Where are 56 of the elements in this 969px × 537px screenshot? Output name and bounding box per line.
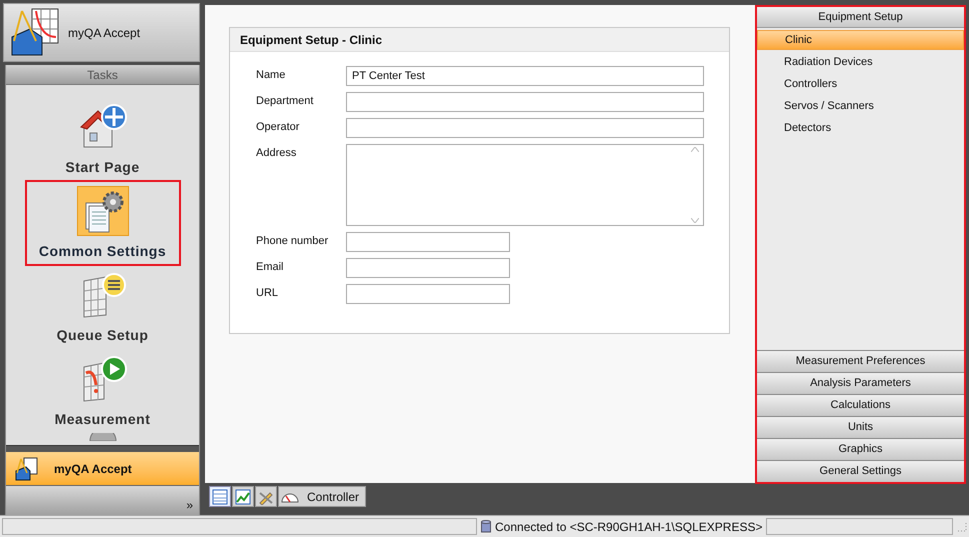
- field-label: Operator: [256, 120, 300, 135]
- database-icon: [481, 520, 491, 534]
- view-tab-icon-button[interactable]: [232, 486, 254, 507]
- field-label: Name: [256, 68, 286, 83]
- task-item[interactable]: Common Settings: [26, 182, 178, 264]
- form-title: Equipment Setup - Clinic: [230, 28, 729, 52]
- app-title: myQA Accept: [68, 24, 140, 42]
- input-field[interactable]: [346, 118, 704, 138]
- field-label: Phone number: [256, 234, 330, 249]
- app-header[interactable]: myQA Accept: [3, 3, 200, 62]
- scroll-down-icon[interactable]: [691, 218, 699, 223]
- section-header[interactable]: Measurement Preferences: [757, 350, 964, 372]
- overflow-button[interactable]: »: [186, 499, 193, 511]
- task-label: Measurement: [54, 410, 150, 429]
- settings-item[interactable]: Detectors: [757, 118, 964, 138]
- gauge-icon: [281, 490, 299, 502]
- field-label: Email: [256, 260, 285, 275]
- settings-item[interactable]: Clinic: [757, 30, 964, 50]
- module-label: myQA Accept: [54, 460, 132, 478]
- tasks-header: Tasks: [6, 65, 199, 85]
- table-icon: [212, 488, 228, 504]
- input-field[interactable]: PT Center Test: [346, 66, 704, 86]
- task-item[interactable]: Queue Setup: [26, 266, 178, 348]
- view-tab[interactable]: Controller: [278, 486, 366, 507]
- task-label: Start Page: [65, 158, 140, 177]
- chart-icon: [235, 488, 251, 504]
- view-tab-icon-button[interactable]: [209, 486, 231, 507]
- task-item[interactable]: Measurement: [26, 350, 178, 432]
- address-field[interactable]: [346, 144, 704, 226]
- app-logo-icon: [14, 456, 38, 480]
- field-label: Address: [256, 146, 298, 161]
- view-tab-icon-button[interactable]: [255, 486, 277, 507]
- section-header[interactable]: Analysis Parameters: [757, 372, 964, 394]
- scroll-up-icon[interactable]: [691, 147, 699, 152]
- section-header[interactable]: Graphics: [757, 438, 964, 460]
- section-header[interactable]: Units: [757, 416, 964, 438]
- section-header[interactable]: Calculations: [757, 394, 964, 416]
- input-field[interactable]: [346, 232, 510, 252]
- section-header[interactable]: Equipment Setup: [757, 7, 964, 28]
- field-label: Department: [256, 94, 314, 109]
- settings-item[interactable]: Radiation Devices: [757, 52, 964, 72]
- settings-item[interactable]: Controllers: [757, 74, 964, 94]
- section-header[interactable]: General Settings: [757, 460, 964, 482]
- connection-status: Connected to <SC-R90GH1AH-1\SQLEXPRESS>: [495, 518, 762, 536]
- resize-grip-icon: [957, 522, 967, 532]
- task-label: Common Settings: [38, 242, 166, 261]
- settings-item[interactable]: Servos / Scanners: [757, 96, 964, 116]
- input-field[interactable]: [346, 92, 704, 112]
- task-label: Queue Setup: [56, 326, 148, 345]
- input-field[interactable]: [346, 284, 510, 304]
- input-field[interactable]: [346, 258, 510, 278]
- task-item[interactable]: Start Page: [26, 98, 178, 180]
- module-item[interactable]: myQA Accept: [6, 452, 199, 485]
- splitter-handle[interactable]: [6, 445, 199, 452]
- gear-icon: [88, 433, 118, 441]
- field-label: URL: [256, 286, 280, 301]
